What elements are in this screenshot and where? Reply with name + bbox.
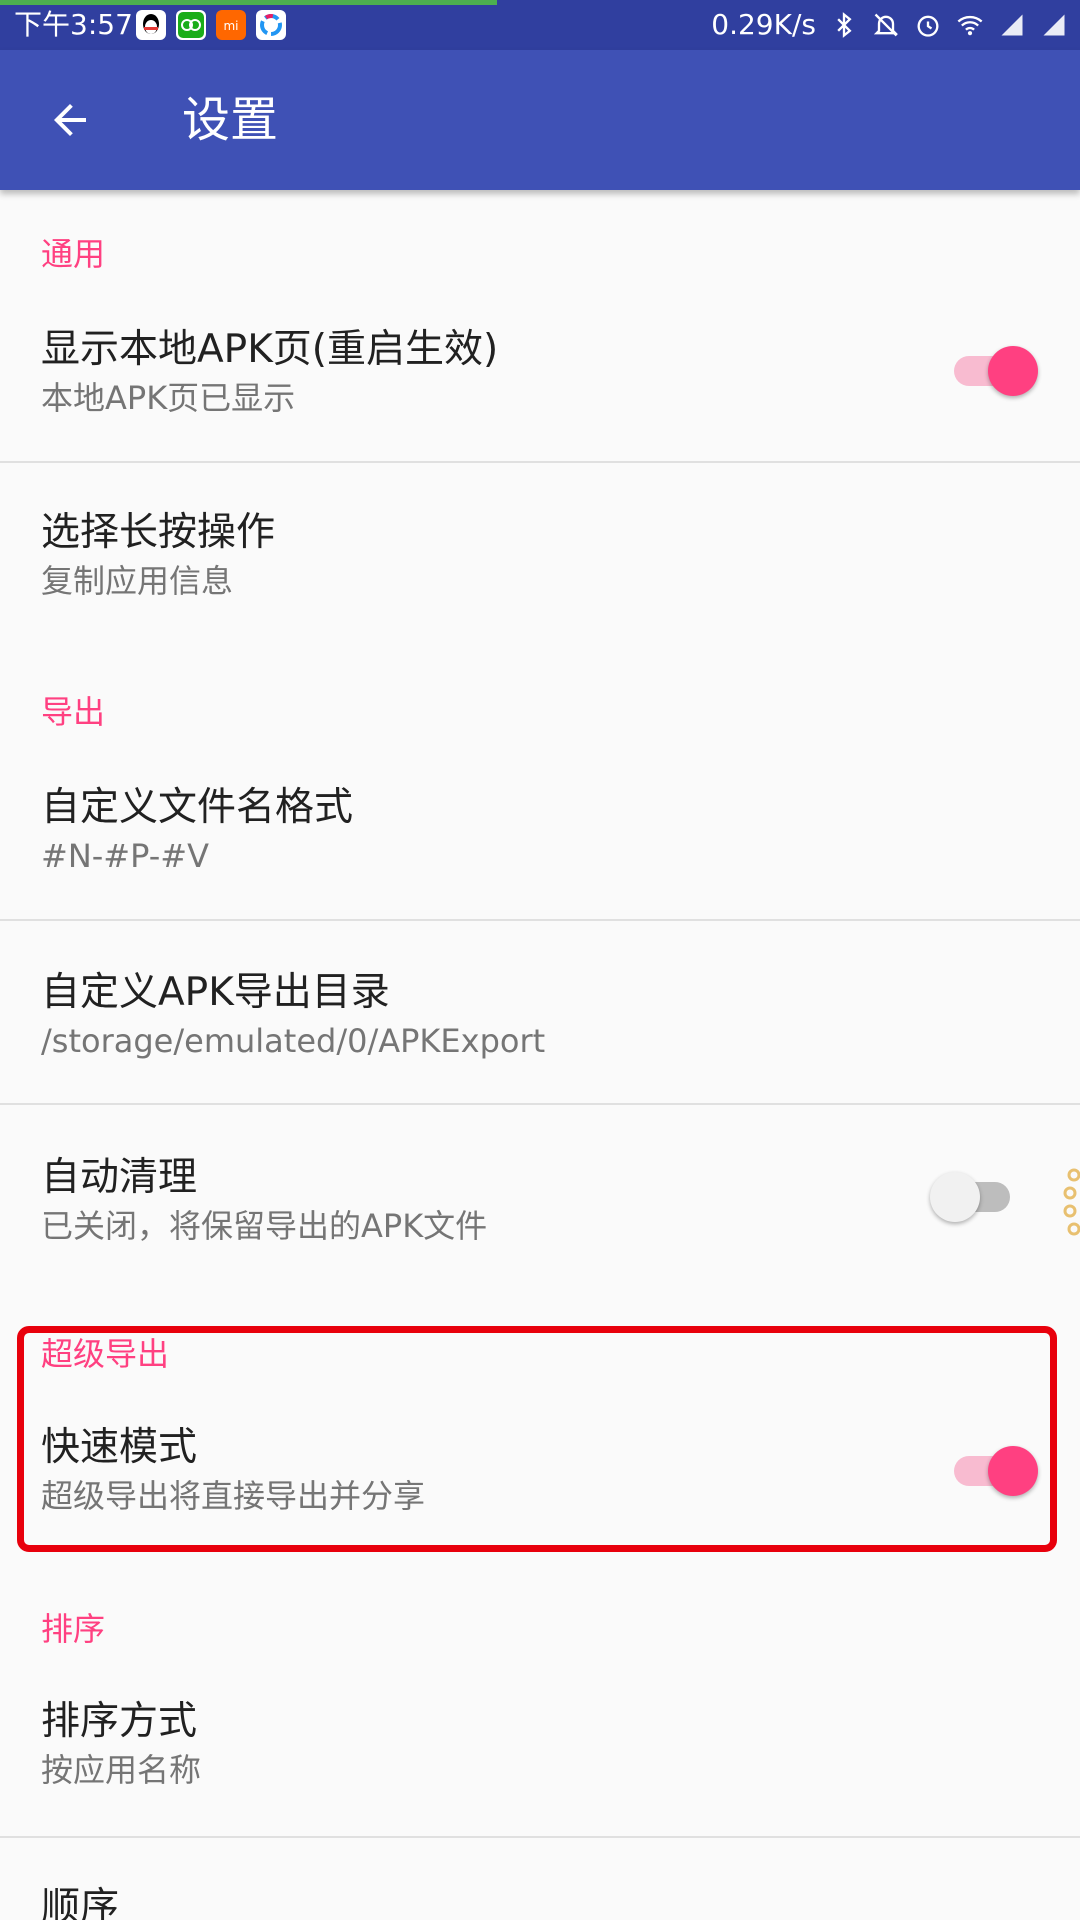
signal-icon [1040, 11, 1068, 39]
pref-order[interactable]: 顺序 [0, 1870, 1080, 1920]
pref-summary: #N-#P-#V [41, 837, 209, 875]
highlight-annotation-box [17, 1326, 1057, 1552]
floating-ball-icon[interactable] [1058, 1165, 1080, 1245]
network-speed: 0.29K/s [711, 8, 816, 41]
divider [0, 461, 1080, 463]
pref-title: 自动清理 [41, 1155, 198, 1200]
category-general: 通用 [41, 235, 106, 273]
pref-show-local-apk[interactable]: 显示本地APK页(重启生效) 本地APK页已显示 [0, 310, 1080, 460]
page-title: 设置 [182, 92, 279, 148]
bluetooth-icon [830, 11, 858, 39]
pref-summary: 已关闭，将保留导出的APK文件 [41, 1207, 488, 1245]
pref-export-dir[interactable]: 自定义APK导出目录 /storage/emulated/0/APKExport [0, 955, 1080, 1095]
auto-clean-switch[interactable] [930, 1166, 1020, 1226]
pref-summary: 本地APK页已显示 [41, 379, 296, 417]
switch-thumb [930, 1172, 980, 1222]
colorful-app-icon [256, 10, 286, 40]
pref-summary: 复制应用信息 [41, 562, 234, 600]
status-bar: 下午3:57 mi 0.29K/s [0, 0, 1080, 50]
switch-thumb [988, 346, 1038, 396]
divider [0, 919, 1080, 921]
pref-title: 选择长按操作 [41, 510, 276, 555]
svg-text:mi: mi [223, 19, 238, 33]
pref-title: 顺序 [41, 1885, 120, 1920]
mi-icon: mi [216, 10, 246, 40]
pref-summary: /storage/emulated/0/APKExport [41, 1022, 546, 1060]
pref-sort-mode[interactable]: 排序方式 按应用名称 [0, 1684, 1080, 1824]
qq-icon [136, 10, 166, 40]
system-status: 0.29K/s [711, 8, 1068, 42]
category-sort: 排序 [41, 1610, 106, 1648]
divider [0, 1836, 1080, 1838]
pref-file-name-format[interactable]: 自定义文件名格式 #N-#P-#V [0, 770, 1080, 910]
notifications-off-icon [872, 11, 900, 39]
wifi-icon [956, 11, 984, 39]
back-button[interactable] [30, 80, 110, 160]
pref-title: 自定义文件名格式 [41, 785, 354, 830]
wechat-icon [176, 10, 206, 40]
pref-long-press[interactable]: 选择长按操作 复制应用信息 [0, 495, 1080, 635]
alarm-icon [914, 11, 942, 39]
notification-icons: mi [136, 10, 286, 40]
pref-title: 显示本地APK页(重启生效) [41, 327, 499, 372]
pref-auto-clean[interactable]: 自动清理 已关闭，将保留导出的APK文件 [0, 1140, 1080, 1280]
arrow-back-icon [54, 104, 86, 136]
pref-title: 排序方式 [41, 1699, 198, 1744]
category-export: 导出 [41, 693, 106, 731]
divider [0, 1103, 1080, 1105]
load-progress-bar [0, 0, 497, 5]
show-local-apk-switch[interactable] [948, 340, 1038, 400]
status-time: 下午3:57 [14, 8, 133, 41]
app-bar: 设置 [0, 50, 1080, 190]
pref-summary: 按应用名称 [41, 1751, 202, 1789]
pref-title: 自定义APK导出目录 [41, 970, 390, 1015]
signal-icon [998, 11, 1026, 39]
